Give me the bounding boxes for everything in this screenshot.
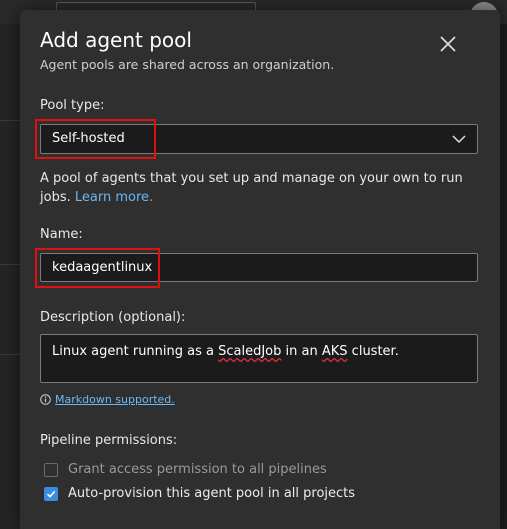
chevron-down-icon (452, 135, 466, 144)
info-icon (40, 394, 51, 405)
name-input[interactable]: kedaagentlinux (40, 253, 478, 282)
auto-provision-checkbox[interactable] (44, 486, 58, 501)
close-icon[interactable] (438, 34, 458, 54)
grant-access-label: Grant access permission to all pipelines (68, 462, 327, 477)
description-textarea[interactable]: Linux agent running as a ScaledJob in an… (40, 334, 478, 383)
add-agent-pool-dialog: Add agent pool Agent pools are shared ac… (20, 10, 500, 529)
background-sidebar (0, 24, 20, 529)
learn-more-link[interactable]: Learn more. (75, 190, 153, 205)
pool-type-label: Pool type: (40, 98, 105, 113)
checkmark-icon (46, 490, 56, 498)
dialog-title: Add agent pool (40, 28, 192, 52)
auto-provision-label: Auto-provision this agent pool in all pr… (68, 486, 356, 501)
pool-type-help-text: A pool of agents that you set up and man… (40, 171, 463, 205)
grant-access-checkbox[interactable] (44, 462, 58, 477)
pool-type-value: Self-hosted (52, 131, 125, 146)
pipeline-permissions-label: Pipeline permissions: (40, 433, 178, 448)
auto-provision-option[interactable]: Auto-provision this agent pool in all pr… (44, 486, 355, 501)
description-label: Description (optional): (40, 310, 186, 325)
pool-type-dropdown[interactable]: Self-hosted (40, 124, 478, 154)
markdown-hint: Markdown supported. (40, 393, 175, 406)
name-value: kedaagentlinux (52, 260, 153, 275)
markdown-supported-link[interactable]: Markdown supported. (55, 393, 175, 406)
spellcheck-word: ScaledJob (218, 344, 282, 359)
dialog-subtitle: Agent pools are shared across an organiz… (40, 57, 335, 72)
spellcheck-word: AKS (321, 344, 348, 359)
grant-access-option[interactable]: Grant access permission to all pipelines (44, 462, 327, 477)
name-label: Name: (40, 227, 83, 242)
